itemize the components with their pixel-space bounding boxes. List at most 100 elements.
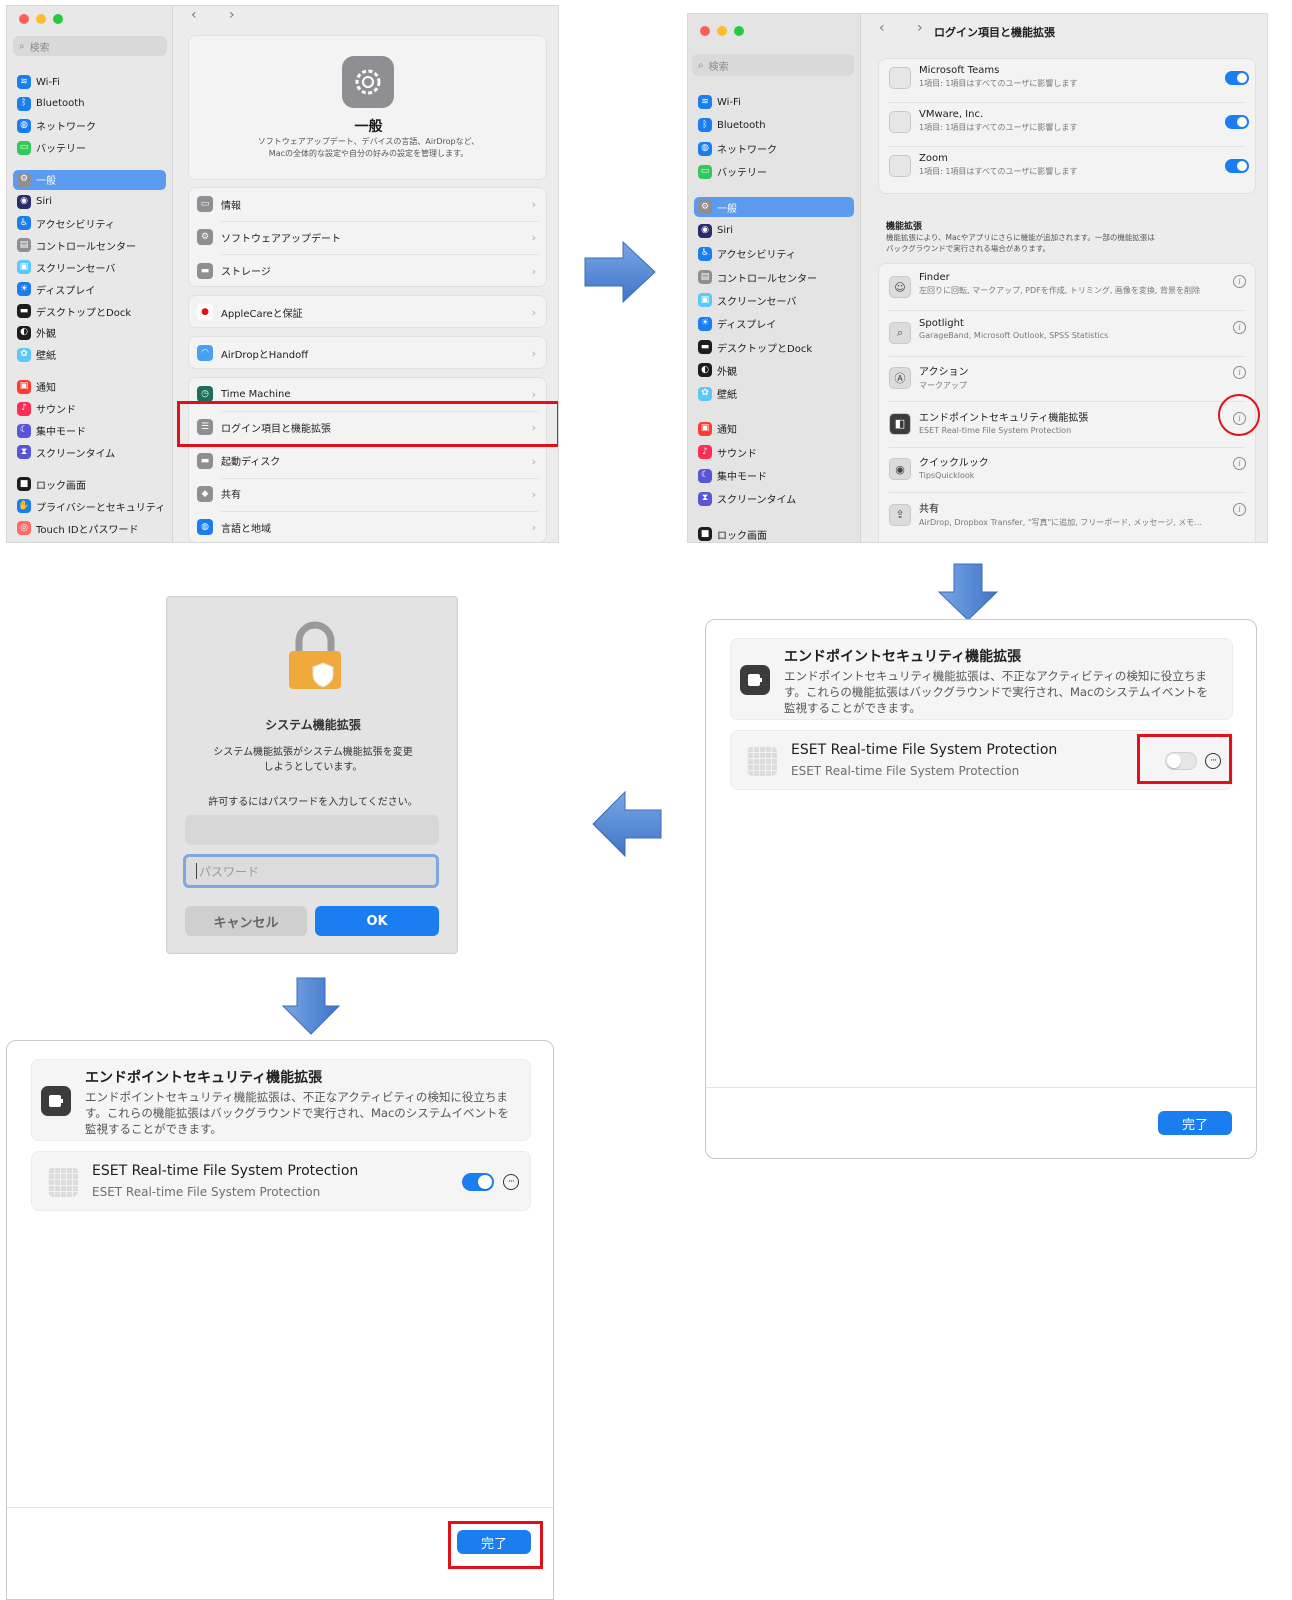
- sidebar-item[interactable]: ◉ Siri: [13, 192, 166, 212]
- nav-arrows[interactable]: ‹ ›: [879, 20, 937, 36]
- sidebar-item[interactable]: ☾ 集中モード: [694, 466, 854, 486]
- settings-row[interactable]: ◠ AirDropとHandoff: [197, 345, 308, 361]
- password-field[interactable]: パスワード: [183, 854, 439, 888]
- info-icon[interactable]: i: [1233, 502, 1246, 516]
- page-title: 一般: [354, 119, 383, 135]
- sidebar-item-label: 壁紙: [717, 390, 737, 402]
- minimize-button[interactable]: [36, 14, 46, 24]
- sidebar-item[interactable]: ■ ロック画面: [694, 524, 854, 542]
- sidebar-item[interactable]: ■ ロック画面: [13, 474, 166, 494]
- info-icon[interactable]: i: [1233, 320, 1246, 334]
- sidebar-item[interactable]: ♿ アクセシビリティ: [694, 244, 854, 264]
- settings-row[interactable]: ◆ 共有: [197, 485, 241, 502]
- appearance-icon: ◐: [698, 363, 712, 378]
- sidebar-item[interactable]: ♪ サウンド: [13, 399, 166, 419]
- sidebar-item[interactable]: ◍ ネットワーク: [694, 139, 854, 159]
- sidebar-item-label: サウンド: [36, 405, 76, 417]
- login-item-toggle[interactable]: [1225, 115, 1249, 129]
- sidebar-item[interactable]: ⧗ スクリーンタイム: [694, 489, 854, 509]
- login-item-toggle[interactable]: [1225, 159, 1249, 173]
- extension-row[interactable]: ◧ エンドポイントセキュリティ機能拡張 ESET Real-time File Sy…: [889, 409, 1088, 435]
- sidebar-item-label: 一般: [717, 203, 737, 215]
- sidebar-item[interactable]: ✿ 壁紙: [694, 384, 854, 404]
- sidebar-item[interactable]: ♪ サウンド: [694, 442, 854, 462]
- extension-row[interactable]: ◉ クイックルック TipsQuicklook: [889, 454, 989, 480]
- display-icon: ☀: [17, 282, 31, 297]
- dialog-description: エンドポイントセキュリティ機能拡張は、不正なアクティビティの検知に役立ちま す。…: [784, 669, 1208, 715]
- extension-row[interactable]: ☺ Finder 左回りに回転, マークアップ, PDFを作成, トリミング, 画像…: [889, 272, 1200, 298]
- close-button[interactable]: [19, 14, 29, 24]
- sidebar-item[interactable]: ✿ 壁紙: [13, 345, 166, 365]
- sidebar-item[interactable]: ◎ Touch IDとパスワード: [13, 518, 166, 538]
- sidebar-item[interactable]: ◍ ネットワーク: [13, 116, 166, 136]
- settings-row[interactable]: ▬ ストレージ: [197, 262, 271, 279]
- sidebar-item[interactable]: ▬ デスクトップとDock: [13, 301, 166, 321]
- zoom-button[interactable]: [53, 14, 63, 24]
- settings-row[interactable]: ▭ 情報: [197, 196, 241, 212]
- settings-row[interactable]: ◍ 言語と地域: [197, 519, 271, 536]
- sidebar-item[interactable]: ▣ 通知: [694, 419, 854, 439]
- settings-row[interactable]: ● AppleCareと保証: [197, 304, 303, 320]
- sidebar-item[interactable]: ◐ 外観: [694, 360, 854, 380]
- sidebar-item[interactable]: ᛒ Bluetooth: [694, 115, 854, 135]
- chevron-right-icon: ›: [531, 521, 536, 535]
- nav-arrows[interactable]: ‹ ›: [191, 7, 249, 23]
- zoom-button[interactable]: [734, 26, 744, 36]
- extension-row[interactable]: Ⓐ アクション マークアップ: [889, 363, 969, 391]
- sidebar-item[interactable]: ▤ コントロールセンター: [13, 235, 166, 255]
- username-field[interactable]: [185, 815, 439, 845]
- sidebar-item[interactable]: ☾ 集中モード: [13, 421, 166, 441]
- sidebar-item[interactable]: ⧗ スクリーンタイム: [13, 442, 166, 462]
- extension-name: Finder: [919, 272, 950, 283]
- sidebar-item[interactable]: ▬ デスクトップとDock: [694, 337, 854, 357]
- highlight-toggle: [1137, 734, 1232, 784]
- sidebar-item[interactable]: ▤ コントロールセンター: [694, 267, 854, 287]
- sidebar-item[interactable]: ⚙ 一般: [694, 197, 854, 218]
- sidebar-item[interactable]: ✋ プライバシーとセキュリティ: [13, 496, 166, 516]
- endpoint-security-dialog-before: エンドポイントセキュリティ機能拡張 エンドポイントセキュリティ機能拡張は、不正な…: [705, 619, 1257, 1159]
- extension-text: アクション マークアップ: [919, 363, 969, 391]
- extension-row[interactable]: ⇪ 共有 AirDrop, Dropbox Transfer, "写真"に追加, フ…: [889, 500, 1202, 528]
- minimize-button[interactable]: [717, 26, 727, 36]
- sidebar-item[interactable]: ◉ Siri: [694, 221, 854, 241]
- sidebar-item[interactable]: ▣ スクリーンセーバ: [694, 290, 854, 310]
- sidebar-item[interactable]: ▣ 通知: [13, 377, 166, 397]
- sidebar-item[interactable]: ☀ ディスプレイ: [13, 279, 166, 299]
- close-button[interactable]: [700, 26, 710, 36]
- sidebar-item[interactable]: ▭ バッテリー: [694, 162, 854, 182]
- sidebar-item[interactable]: ♿ アクセシビリティ: [13, 213, 166, 233]
- sidebar-item[interactable]: ⚙ 一般: [13, 169, 166, 190]
- sidebar-item[interactable]: ▣ スクリーンセーバ: [13, 257, 166, 277]
- info-icon[interactable]: i: [1233, 275, 1246, 288]
- sidebar-item[interactable]: ☀ ディスプレイ: [694, 314, 854, 334]
- more-options-icon[interactable]: ···: [503, 1174, 519, 1190]
- info-icon[interactable]: i: [1233, 457, 1246, 470]
- settings-row[interactable]: ◷ Time Machine: [197, 386, 291, 402]
- sidebar-item[interactable]: ▭ バッテリー: [13, 138, 166, 158]
- general-header-card: 一般 ソフトウェアアップデート、デバイスの言語、AirDropなど、 Macの全…: [188, 35, 547, 180]
- sidebar-item[interactable]: ≋ Wi-Fi: [694, 92, 854, 112]
- settings-row[interactable]: ▬ 起動ディスク: [197, 452, 280, 469]
- ok-button[interactable]: OK: [315, 906, 439, 936]
- sidebar-item[interactable]: ᛒ Bluetooth: [13, 94, 166, 114]
- sidebar-item-label: ディスプレイ: [717, 320, 777, 332]
- settings-row-label: AppleCareと保証: [221, 308, 303, 320]
- chevron-right-icon: ›: [531, 388, 536, 401]
- sidebar-item-label: Wi-Fi: [36, 76, 60, 88]
- extension-row[interactable]: ⌕ Spotlight GarageBand, Microsoft Outlook,…: [889, 318, 1108, 344]
- login-item-text: Zoom 1項目: 1項目はすべてのユーザに影響します: [919, 153, 1077, 177]
- settings-row[interactable]: ⚙ ソフトウェアアップデート: [197, 229, 341, 246]
- search-input[interactable]: ⌕ 検索: [13, 36, 167, 56]
- bluetooth-icon: ᛒ: [698, 118, 712, 133]
- extension-toggle[interactable]: [462, 1173, 494, 1191]
- extension-subtitle: TipsQuicklook: [919, 471, 975, 480]
- login-item-toggle[interactable]: [1225, 71, 1249, 85]
- sidebar-item[interactable]: ◐ 外観: [13, 323, 166, 343]
- sidebar-item-label: プライバシーとセキュリティ: [36, 502, 166, 514]
- sidebar-item[interactable]: ≋ Wi-Fi: [13, 72, 166, 92]
- info-icon[interactable]: i: [1233, 366, 1246, 379]
- done-button[interactable]: 完了: [1158, 1111, 1232, 1135]
- search-input[interactable]: ⌕ 検索: [692, 54, 854, 76]
- arrow-right-icon: [584, 240, 656, 304]
- cancel-button[interactable]: キャンセル: [185, 906, 307, 936]
